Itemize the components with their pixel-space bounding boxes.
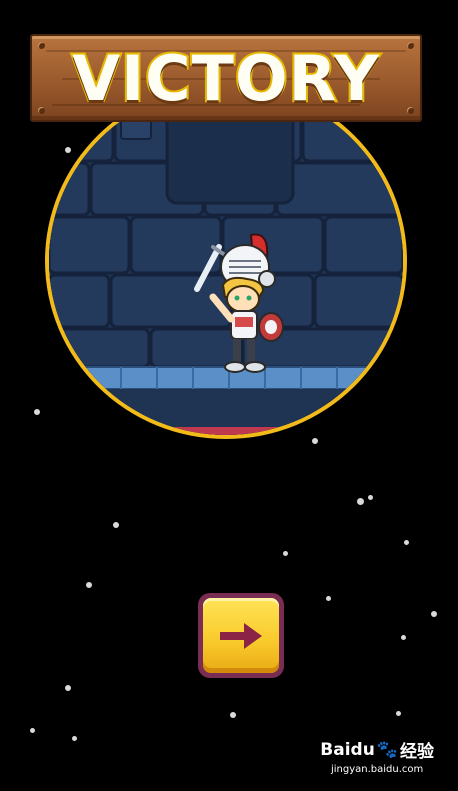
star [113,522,119,528]
star [326,596,331,601]
star [312,438,318,444]
star [65,685,71,691]
victory-title: VICTORY [70,40,381,117]
star [86,582,92,588]
paw-icon: 🐾 [376,739,398,760]
next-level-button[interactable] [198,593,284,678]
arrow-right-icon [220,622,262,649]
star [404,540,409,545]
watermark: Baidu 🐾 经验 jingyan.baidu.com [320,737,434,776]
star [368,495,373,500]
star [30,728,35,733]
star [34,409,40,415]
watermark-url: jingyan.baidu.com [331,764,424,775]
star [230,712,236,718]
star [431,611,437,617]
knight-character [194,233,284,373]
level-scene [45,83,407,439]
victory-banner: VICTORY [30,34,422,122]
star [283,551,288,556]
star [401,635,406,640]
watermark-brand: Baidu [320,739,375,760]
star [357,498,364,505]
star [396,711,401,716]
star [72,736,77,741]
watermark-product: 经验 [400,742,434,762]
